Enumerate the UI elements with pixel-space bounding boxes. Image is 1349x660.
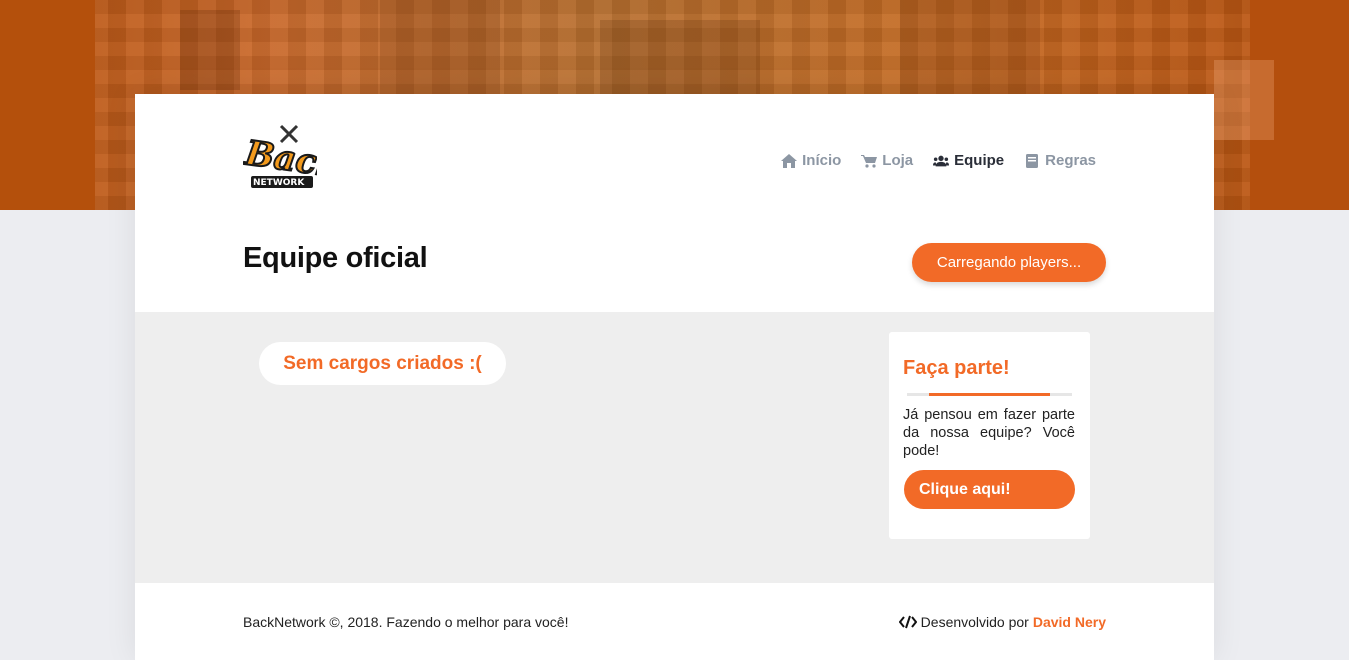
join-card-title: Faça parte! bbox=[903, 357, 1010, 379]
cart-icon bbox=[861, 154, 878, 168]
users-icon bbox=[933, 155, 950, 166]
nav-item-label: Loja bbox=[882, 152, 914, 169]
page-title: Equipe oficial bbox=[243, 242, 428, 274]
title-divider bbox=[907, 393, 1072, 396]
backnetwork-logo[interactable]: Back NETWORK bbox=[243, 124, 317, 196]
dev-prefix: Desenvolvido por bbox=[920, 614, 1029, 630]
nav-item-equipe[interactable]: Equipe bbox=[933, 152, 1004, 169]
developer-link[interactable]: David Nery bbox=[1033, 614, 1106, 630]
code-icon bbox=[898, 615, 917, 629]
join-card-text: Já pensou em fazer parte da nossa equipe… bbox=[903, 407, 1075, 459]
join-team-button[interactable]: Clique aqui! bbox=[904, 470, 1075, 509]
nav-item-regras[interactable]: Regras bbox=[1024, 152, 1096, 169]
home-icon bbox=[781, 153, 798, 168]
nav-item-loja[interactable]: Loja bbox=[861, 152, 913, 169]
site-header: Back NETWORK Início Loja Equipe Regras E… bbox=[135, 94, 1214, 312]
loading-players-button[interactable]: Carregando players... bbox=[912, 243, 1106, 282]
svg-text:NETWORK: NETWORK bbox=[253, 178, 305, 188]
nav-item-label: Início bbox=[802, 152, 842, 169]
site-footer: BackNetwork ©, 2018. Fazendo o melhor pa… bbox=[135, 583, 1214, 660]
join-team-card: Faça parte! Já pensou em fazer parte da … bbox=[889, 332, 1090, 539]
nav-item-label: Regras bbox=[1045, 152, 1096, 169]
team-content: Sem cargos criados :( Faça parte! Já pen… bbox=[135, 312, 1214, 583]
copyright-text: BackNetwork ©, 2018. Fazendo o melhor pa… bbox=[243, 614, 569, 630]
developer-credit: Desenvolvido por David Nery bbox=[898, 614, 1106, 630]
main-card: Back NETWORK Início Loja Equipe Regras E… bbox=[135, 94, 1214, 660]
nav-item-inicio[interactable]: Início bbox=[781, 152, 841, 169]
empty-roles-message: Sem cargos criados :( bbox=[259, 342, 506, 385]
book-icon bbox=[1026, 153, 1039, 168]
main-nav: Início Loja Equipe Regras bbox=[781, 152, 1096, 169]
nav-item-label: Equipe bbox=[954, 152, 1005, 169]
